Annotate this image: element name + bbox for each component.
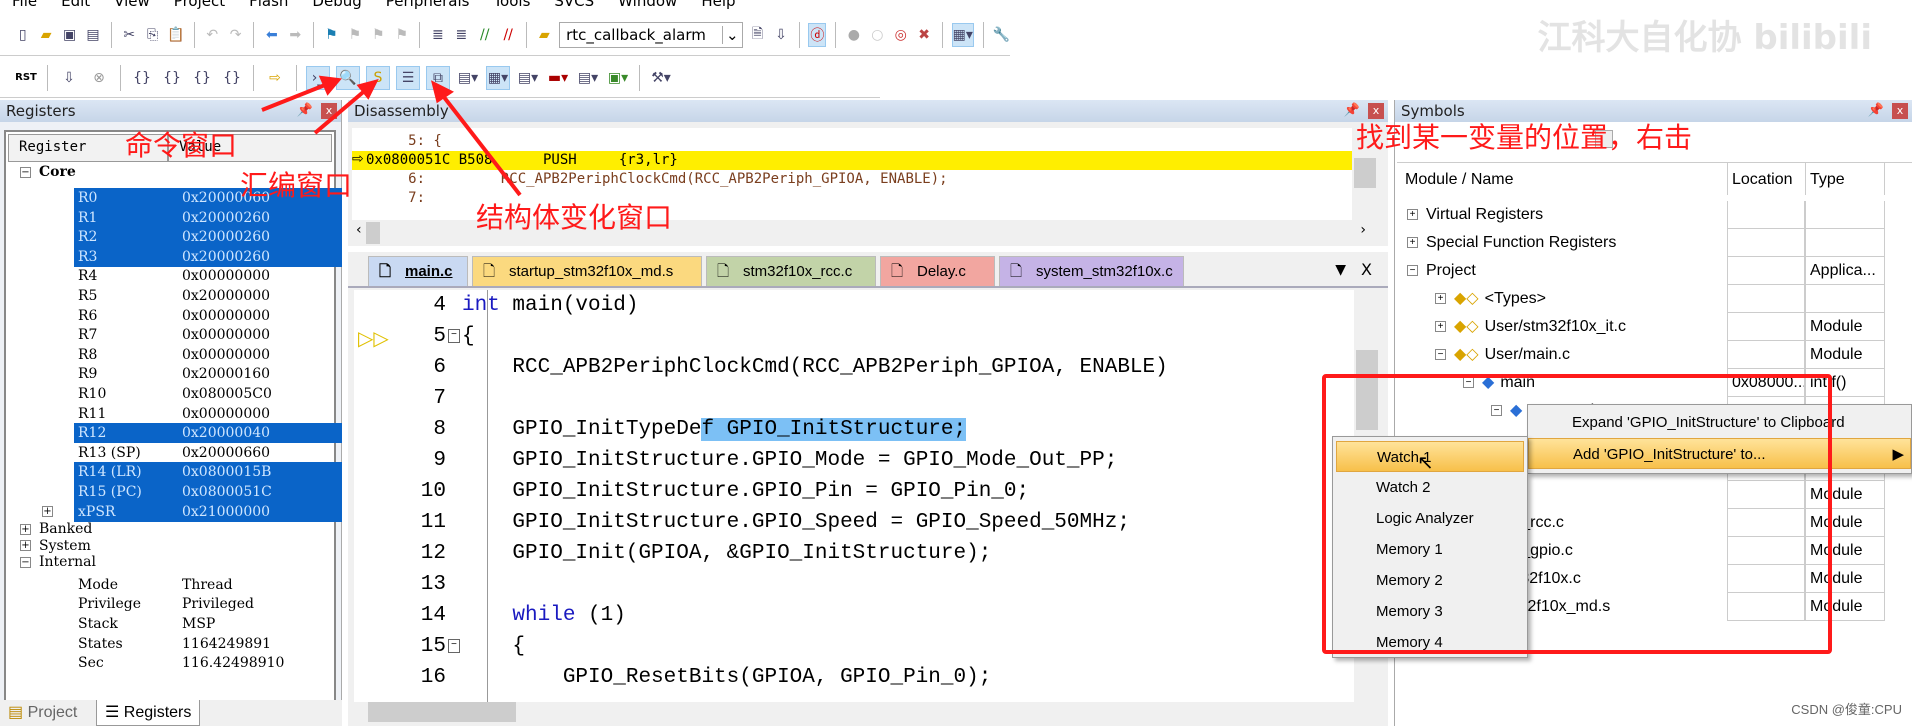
annotation-struct-window: 结构体变化窗口 xyxy=(476,201,673,234)
arrow-head xyxy=(318,75,342,96)
footer-credit: CSDN @俊童:CPU xyxy=(1791,702,1902,717)
annotation-arrows xyxy=(261,75,522,197)
arrow-command-window xyxy=(261,81,331,112)
annotation-command-window: 命令窗口 xyxy=(125,129,238,162)
annotation-disassembly-window: 汇编窗口 xyxy=(240,169,353,202)
arrow-symbols-window xyxy=(438,90,522,197)
arrow-head xyxy=(431,80,454,104)
arrow-disassembly-window xyxy=(313,86,370,135)
annotation-right-click-hint: 找到某一变量的位置，右击 xyxy=(1356,121,1693,154)
